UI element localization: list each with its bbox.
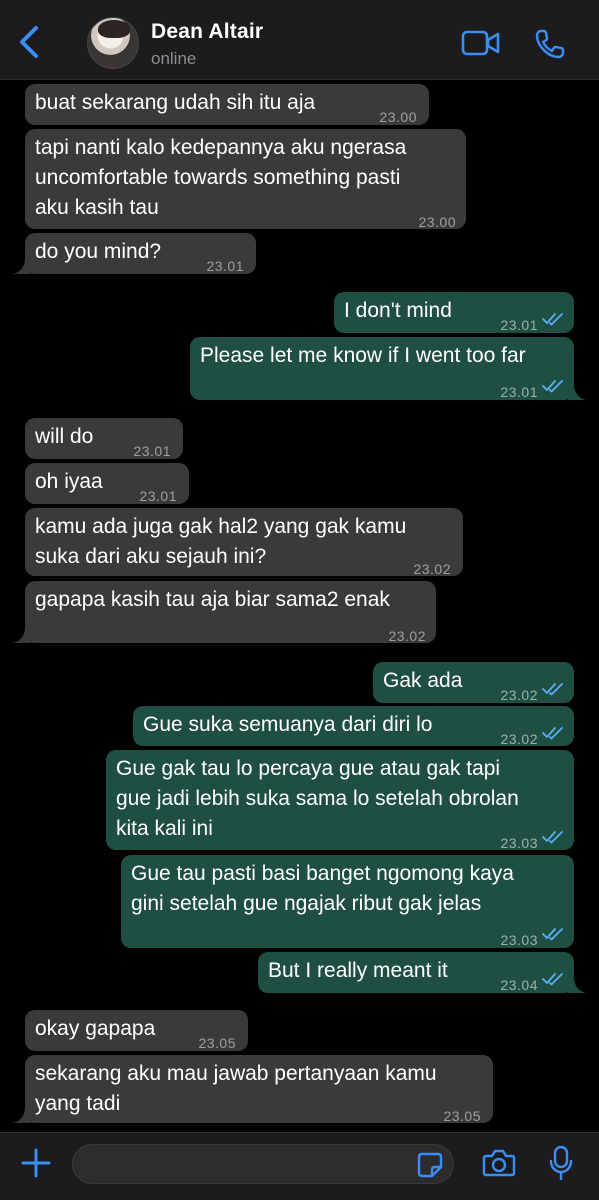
message-time: 23.05 xyxy=(198,1035,236,1051)
message-text: gapapa kasih tau aja biar sama2 enak xyxy=(35,588,390,611)
read-receipt-icon xyxy=(542,380,563,393)
read-receipt-icon xyxy=(542,727,563,740)
read-receipt-icon xyxy=(542,973,563,986)
message-text: Gak ada xyxy=(383,669,463,692)
message-list[interactable]: buat sekarang udah sih itu aja 23.00 tap… xyxy=(0,80,599,1132)
message-text: kamu ada juga gak hal2 yang gak kamu suk… xyxy=(35,515,407,568)
sticker-icon[interactable] xyxy=(416,1151,444,1179)
chat-header: Dean Altair online xyxy=(0,0,599,80)
outgoing-message[interactable]: Gue suka semuanya dari diri lo 23.02 xyxy=(133,706,574,747)
read-receipt-icon xyxy=(542,683,563,696)
incoming-message[interactable]: buat sekarang udah sih itu aja 23.00 xyxy=(25,84,429,125)
message-time: 23.04 xyxy=(500,977,538,993)
read-receipt-icon xyxy=(542,313,563,326)
incoming-message[interactable]: tapi nanti kalo kedepannya aku ngerasa u… xyxy=(25,129,466,230)
incoming-message[interactable]: oh iyaa 23.01 xyxy=(25,463,189,504)
message-text: do you mind? xyxy=(35,240,162,263)
video-call-icon[interactable] xyxy=(461,29,501,57)
incoming-message[interactable]: sekarang aku mau jawab pertanyaan kamu y… xyxy=(13,1055,493,1124)
incoming-message[interactable]: kamu ada juga gak hal2 yang gak kamu suk… xyxy=(25,508,463,577)
back-chevron-icon[interactable] xyxy=(12,22,48,62)
message-time: 23.00 xyxy=(379,109,417,125)
bubble-tail xyxy=(13,1107,31,1123)
message-text: Gue suka semuanya dari diri lo xyxy=(143,713,433,736)
message-time: 23.01 xyxy=(500,384,538,400)
message-text: okay gapapa xyxy=(35,1017,156,1040)
message-time: 23.03 xyxy=(500,932,538,948)
message-time: 23.01 xyxy=(500,317,538,333)
message-text: buat sekarang udah sih itu aja xyxy=(35,91,316,114)
message-text: oh iyaa xyxy=(35,470,103,493)
bubble-tail xyxy=(568,977,586,993)
outgoing-message[interactable]: But I really meant it 23.04 xyxy=(258,952,586,993)
outgoing-message[interactable]: Gak ada 23.02 xyxy=(373,662,574,703)
incoming-message[interactable]: do you mind? 23.01 xyxy=(13,233,256,274)
message-text: But I really meant it xyxy=(268,959,448,982)
outgoing-message[interactable]: Please let me know if I went too far 23.… xyxy=(190,337,586,400)
message-time: 23.01 xyxy=(139,488,177,504)
outgoing-message[interactable]: Gue gak tau lo percaya gue atau gak tapi… xyxy=(106,750,574,851)
message-time: 23.01 xyxy=(133,443,171,459)
bubble-tail xyxy=(13,627,31,643)
contact-name[interactable]: Dean Altair xyxy=(151,20,263,44)
message-text: Gue gak tau lo percaya gue atau gak tapi… xyxy=(116,757,519,840)
incoming-message[interactable]: okay gapapa 23.05 xyxy=(25,1010,248,1051)
read-receipt-icon xyxy=(542,831,563,844)
incoming-message[interactable]: gapapa kasih tau aja biar sama2 enak 23.… xyxy=(13,581,436,644)
message-time: 23.01 xyxy=(206,258,244,274)
message-time: 23.05 xyxy=(443,1108,481,1124)
bubble-tail xyxy=(13,258,31,274)
read-receipt-icon xyxy=(542,928,563,941)
message-text: Gue tau pasti basi banget ngomong kaya g… xyxy=(131,862,514,915)
outgoing-message[interactable]: Gue tau pasti basi banget ngomong kaya g… xyxy=(121,855,574,948)
message-time: 23.02 xyxy=(413,561,451,577)
message-time: 23.00 xyxy=(418,214,456,230)
microphone-icon[interactable] xyxy=(548,1145,574,1181)
bubble-tail xyxy=(568,384,586,400)
message-input[interactable] xyxy=(72,1144,454,1184)
message-text: tapi nanti kalo kedepannya aku ngerasa u… xyxy=(35,136,407,219)
message-text: will do xyxy=(35,425,94,448)
avatar[interactable] xyxy=(87,17,139,69)
outgoing-message[interactable]: I don't mind 23.01 xyxy=(334,292,574,333)
compose-bar xyxy=(0,1132,599,1200)
message-text: Please let me know if I went too far xyxy=(200,344,526,367)
message-text: I don't mind xyxy=(344,299,452,322)
contact-status: online xyxy=(151,49,197,68)
message-time: 23.02 xyxy=(388,628,426,644)
message-text: sekarang aku mau jawab pertanyaan kamu y… xyxy=(35,1062,437,1115)
plus-icon[interactable] xyxy=(20,1147,52,1179)
phone-icon[interactable] xyxy=(534,28,566,60)
message-time: 23.03 xyxy=(500,835,538,851)
incoming-message[interactable]: will do 23.01 xyxy=(25,418,183,459)
camera-icon[interactable] xyxy=(482,1148,516,1178)
